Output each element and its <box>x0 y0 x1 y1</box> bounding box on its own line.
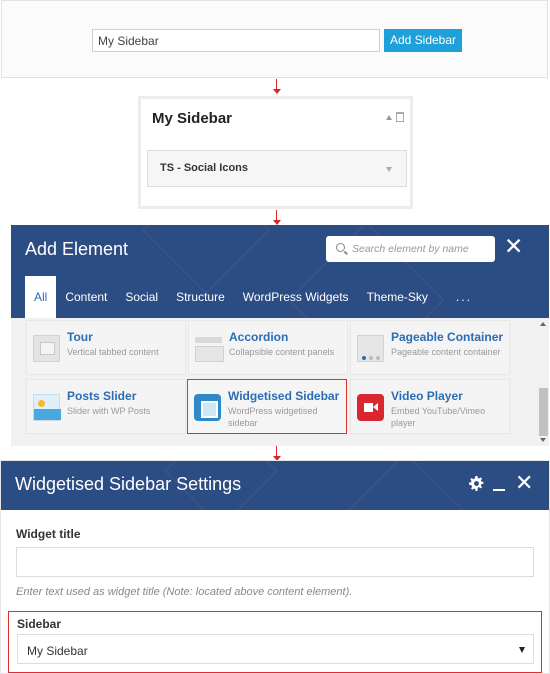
element-desc: WordPress widgetised sidebar <box>228 406 318 428</box>
chevron-down-icon[interactable] <box>386 167 392 172</box>
tab-wordpress-widgets[interactable]: WordPress Widgets <box>234 276 358 318</box>
add-element-header: Add Element Search element by name ✕ All… <box>11 225 549 318</box>
posts-slider-icon <box>33 394 61 421</box>
tab-theme-sky[interactable]: Theme-Sky <box>358 276 437 318</box>
element-desc: Vertical tabbed content <box>67 347 159 357</box>
flow-arrow <box>272 210 282 226</box>
sidebar-select[interactable]: My Sidebar <box>17 634 534 664</box>
element-name: Video Player <box>391 389 463 403</box>
tab-all[interactable]: All <box>25 276 57 318</box>
tour-icon <box>33 335 60 362</box>
widget-label: TS - Social Icons <box>160 162 249 174</box>
element-posts-slider[interactable]: Posts Slider Slider with WP Posts <box>26 379 186 434</box>
sidebar-label: Sidebar <box>17 617 62 631</box>
element-desc: Slider with WP Posts <box>67 406 151 416</box>
close-icon[interactable]: ✕ <box>515 470 533 496</box>
settings-header: Widgetised Sidebar Settings ✕ <box>1 461 549 510</box>
flow-arrow <box>272 79 282 95</box>
add-element-dialog: Add Element Search element by name ✕ All… <box>11 225 549 446</box>
category-tabs: All Content Social Structure WordPress W… <box>25 276 481 318</box>
element-name: Accordion <box>229 330 289 344</box>
settings-title: Widgetised Sidebar Settings <box>15 474 242 494</box>
widget-title-input[interactable] <box>16 547 534 577</box>
trash-icon[interactable] <box>396 112 404 122</box>
close-icon[interactable]: ✕ <box>504 233 523 259</box>
element-grid: Tour Vertical tabbed content Accordion C… <box>26 320 522 444</box>
tab-content[interactable]: Content <box>56 276 116 318</box>
search-input[interactable]: Search element by name <box>352 243 469 255</box>
search-icon <box>336 243 345 252</box>
scroll-up-icon[interactable] <box>540 322 546 326</box>
sidebar-field-group: Sidebar My Sidebar <box>8 611 542 673</box>
element-name: Widgetised Sidebar <box>228 389 340 403</box>
sidebar-widget-area: My Sidebar TS - Social Icons <box>138 96 413 209</box>
widget-item[interactable]: TS - Social Icons <box>147 150 407 187</box>
element-name: Tour <box>67 330 93 344</box>
more-tabs-icon[interactable]: ... <box>447 276 481 318</box>
settings-dialog: Widgetised Sidebar Settings ✕ Widget tit… <box>0 460 550 674</box>
collapse-icon[interactable] <box>386 115 392 120</box>
element-accordion[interactable]: Accordion Collapsible content panels <box>188 320 348 375</box>
sidebar-name-input[interactable] <box>92 29 380 52</box>
minimize-icon[interactable] <box>493 489 505 491</box>
element-name: Pageable Container <box>391 330 504 344</box>
element-desc: Embed YouTube/Vimeo player <box>391 406 486 428</box>
search-field[interactable]: Search element by name <box>326 236 495 262</box>
pageable-container-icon <box>357 335 384 362</box>
tab-structure[interactable]: Structure <box>167 276 234 318</box>
accordion-icon <box>195 335 224 362</box>
sidebar-title: My Sidebar <box>152 110 233 127</box>
add-sidebar-button[interactable]: Add Sidebar <box>384 29 462 52</box>
widget-title-label: Widget title <box>16 527 81 541</box>
sidebar-selected-value: My Sidebar <box>27 644 88 658</box>
video-player-icon <box>357 394 384 421</box>
element-video-player[interactable]: Video Player Embed YouTube/Vimeo player <box>350 379 510 434</box>
element-name: Posts Slider <box>67 389 137 403</box>
create-sidebar-panel: Add Sidebar <box>1 0 548 78</box>
element-tour[interactable]: Tour Vertical tabbed content <box>26 320 186 375</box>
scrollbar[interactable] <box>538 320 549 446</box>
scrollbar-thumb[interactable] <box>539 388 548 436</box>
widgetised-sidebar-icon <box>194 394 221 421</box>
tab-social[interactable]: Social <box>116 276 167 318</box>
scroll-down-icon[interactable] <box>540 438 546 442</box>
element-desc: Collapsible content panels <box>229 347 335 357</box>
gear-icon[interactable] <box>469 476 484 491</box>
chevron-down-icon[interactable] <box>519 647 525 653</box>
element-desc: Pageable content container <box>391 347 501 357</box>
element-widgetised-sidebar[interactable]: Widgetised Sidebar WordPress widgetised … <box>187 379 347 434</box>
widget-title-help: Enter text used as widget title (Note: l… <box>16 586 353 598</box>
dialog-title: Add Element <box>25 239 129 259</box>
element-pageable-container[interactable]: Pageable Container Pageable content cont… <box>350 320 510 375</box>
settings-body: Widget title Enter text used as widget t… <box>1 510 549 673</box>
